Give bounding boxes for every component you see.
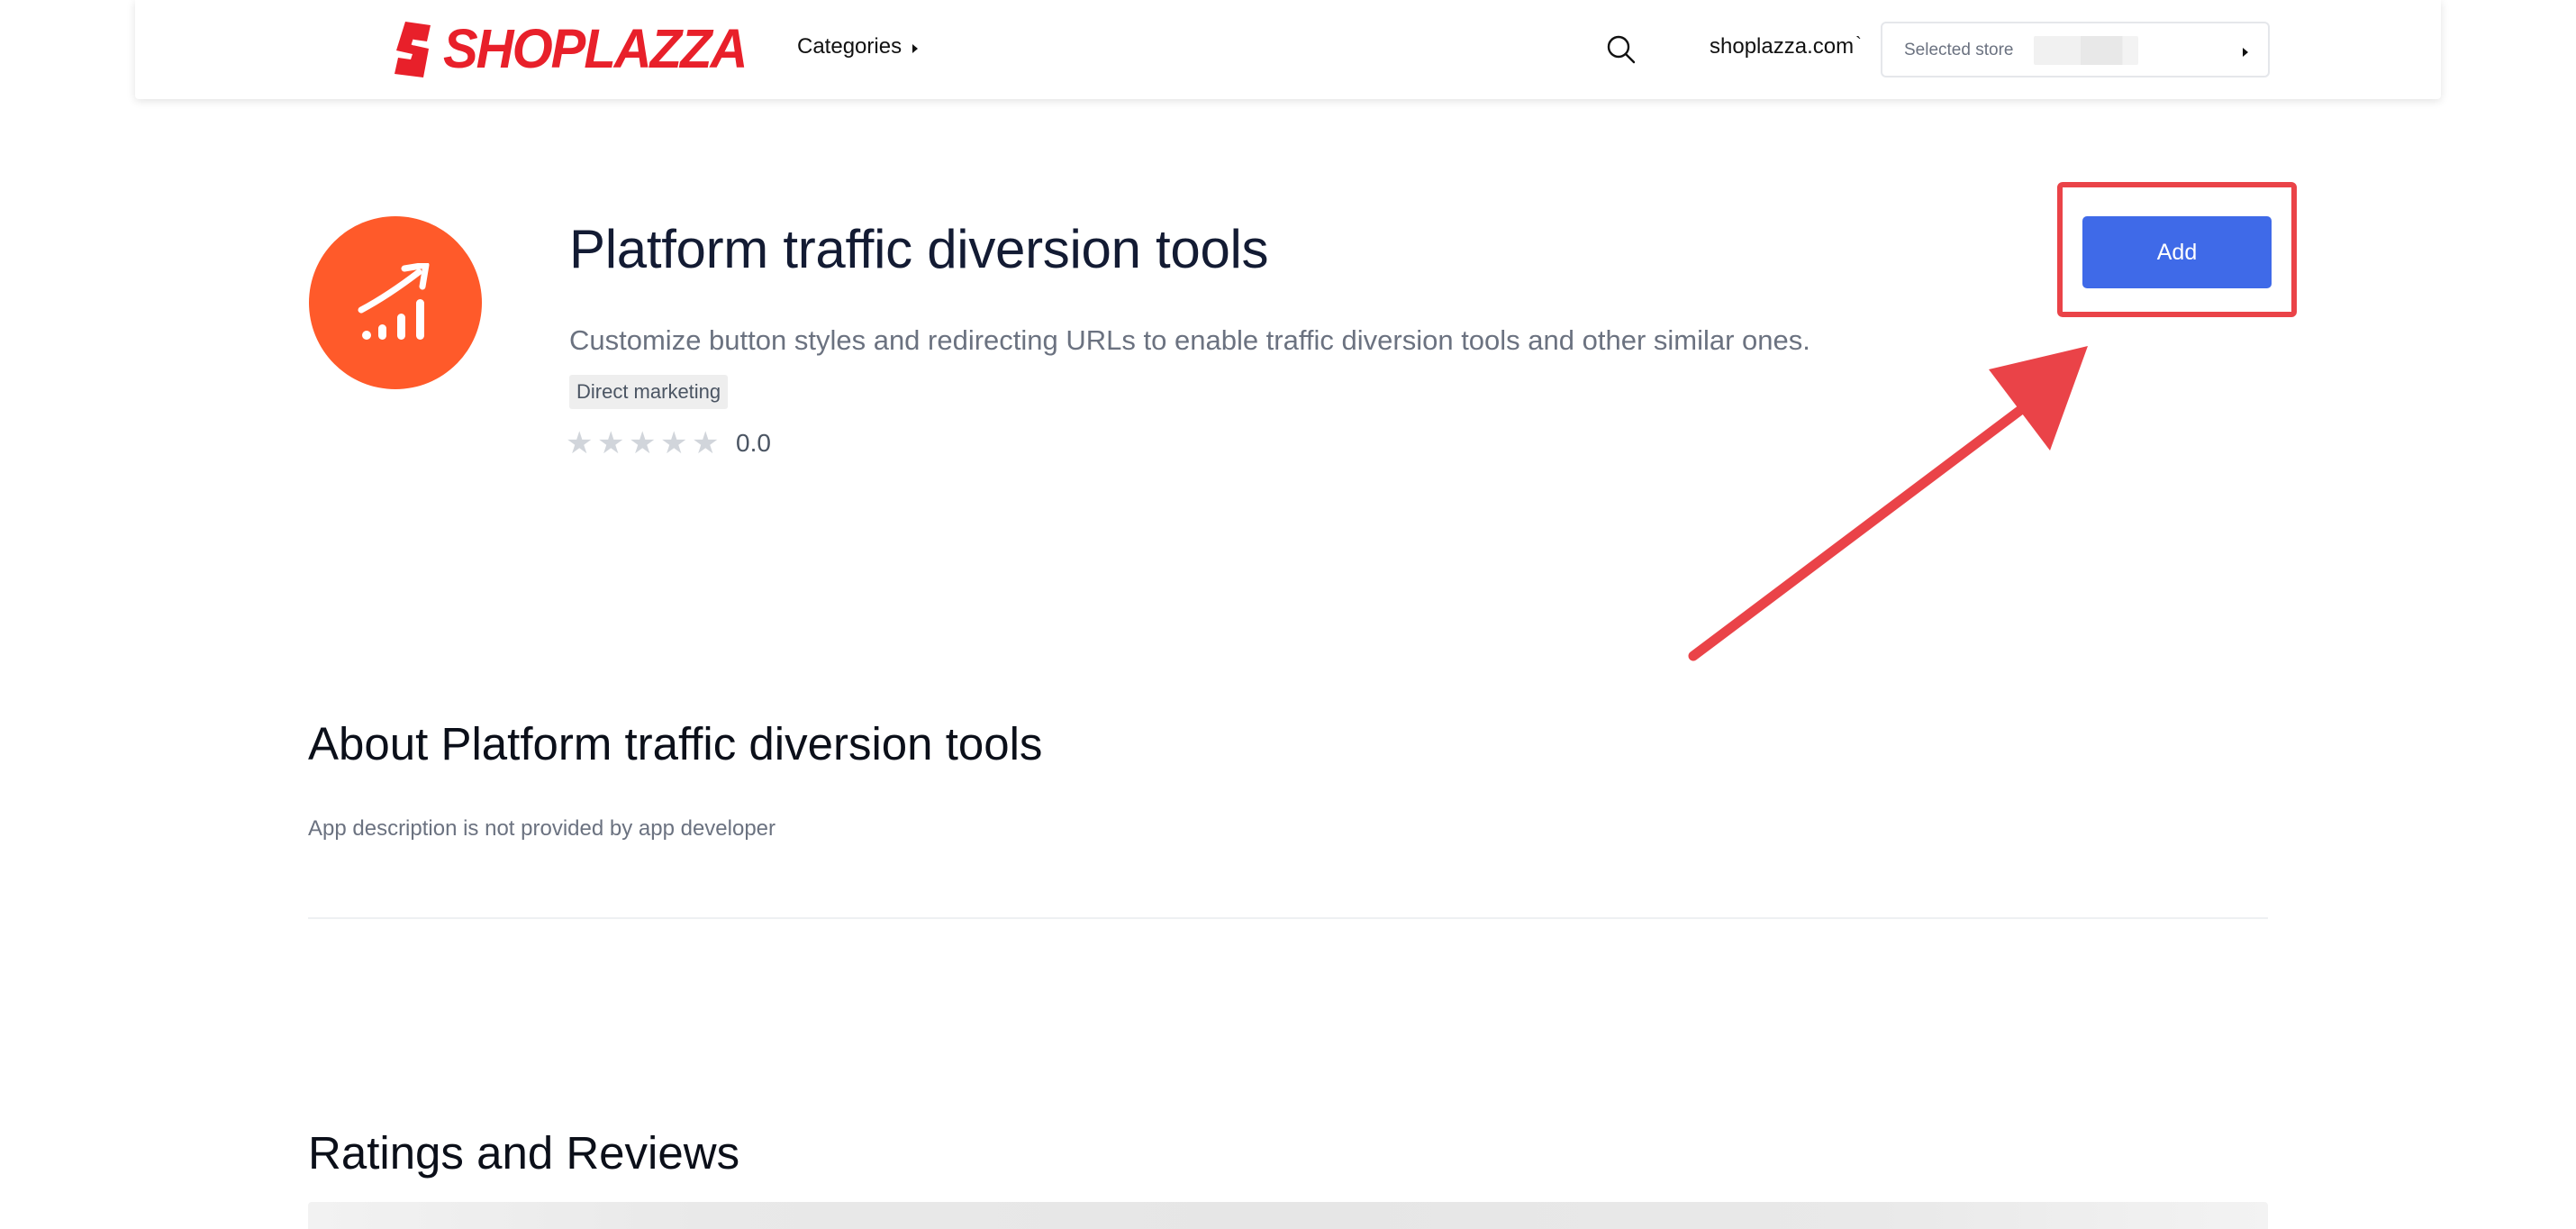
- store-name-redacted: [2034, 36, 2138, 65]
- star-icon: ★: [566, 425, 594, 461]
- caret-right-icon: [2243, 48, 2248, 57]
- ratings-panel: [308, 1202, 2268, 1229]
- categories-label: Categories: [797, 34, 903, 59]
- app-icon: [309, 216, 482, 389]
- caret-right-icon: [912, 43, 919, 53]
- domain-suffix: `: [1855, 34, 1862, 54]
- star-icon: ★: [692, 425, 720, 461]
- store-selector[interactable]: Selected store: [1881, 22, 2270, 77]
- categories-menu[interactable]: Categories: [797, 34, 919, 59]
- section-divider: [308, 917, 2268, 919]
- rating-value: 0.0: [736, 429, 771, 457]
- add-app-button[interactable]: Add: [2082, 216, 2272, 288]
- category-tag[interactable]: Direct marketing: [569, 375, 729, 409]
- app-subtitle: Customize button styles and redirecting …: [569, 324, 1810, 356]
- shoplazza-domain-link[interactable]: shoplazza.com `: [1710, 34, 1862, 59]
- store-select-label: Selected store: [1904, 41, 2014, 59]
- about-section-title: About Platform traffic diversion tools: [308, 718, 1043, 769]
- star-icon: ★: [629, 425, 657, 461]
- shoplazza-logo-icon: [395, 22, 431, 77]
- search-icon[interactable]: [1605, 33, 1637, 66]
- star-icon: ★: [597, 425, 625, 461]
- trending-up-chart-icon: [358, 263, 430, 340]
- domain-label: shoplazza.com: [1710, 34, 1855, 59]
- ratings-section-title: Ratings and Reviews: [308, 1127, 740, 1179]
- about-section-description: App description is not provided by app d…: [308, 816, 776, 841]
- logo-wordmark: SHOPLAZZA: [443, 18, 748, 80]
- star-icon: ★: [660, 425, 688, 461]
- app-title: Platform traffic diversion tools: [569, 219, 1269, 279]
- top-nav-bar: SHOPLAZZA Categories shoplazza.com ` Sele…: [135, 0, 2441, 99]
- shoplazza-logo[interactable]: SHOPLAZZA: [387, 18, 748, 80]
- rating-summary: ★ ★ ★ ★ ★ 0.0: [566, 425, 771, 461]
